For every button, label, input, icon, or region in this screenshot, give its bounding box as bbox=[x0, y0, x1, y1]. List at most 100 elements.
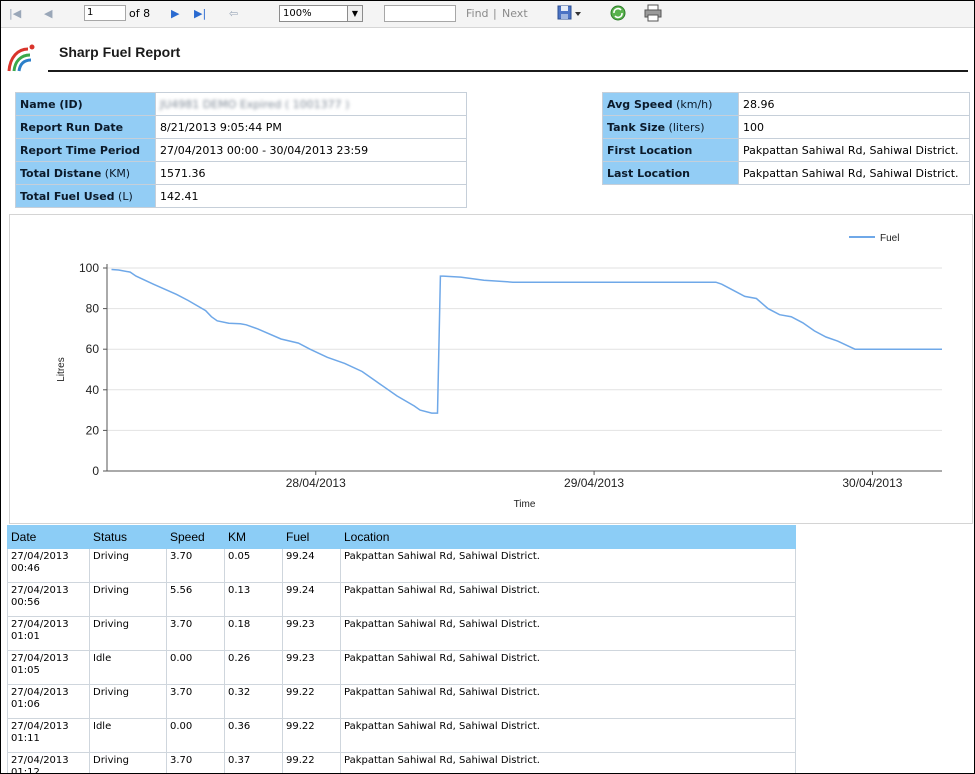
table-row: 27/04/2013 01:11 Idle 0.00 0.36 99.22 Pakpatt… bbox=[7, 718, 796, 753]
info-value: JU4981 DEMO Expired ( 1001377 ) bbox=[155, 92, 467, 116]
legend-label: Fuel bbox=[880, 233, 899, 244]
cell-location: Pakpattan Sahiwal Rd, Sahiwal District. bbox=[340, 718, 796, 753]
redacted-name-value: JU4981 DEMO Expired ( 1001377 ) bbox=[160, 97, 350, 111]
cell-km: 0.36 bbox=[224, 718, 283, 753]
cell-km: 0.18 bbox=[224, 616, 283, 651]
cell-speed: 3.70 bbox=[166, 548, 225, 583]
cell-date: 27/04/2013 01:12 bbox=[7, 752, 90, 773]
y-tick-label: 60 bbox=[86, 342, 100, 356]
column-header-location: Location bbox=[340, 525, 796, 549]
back-icon[interactable]: ⇦ bbox=[229, 6, 238, 22]
cell-km: 0.26 bbox=[224, 650, 283, 685]
cell-km: 0.37 bbox=[224, 752, 283, 773]
y-tick-label: 80 bbox=[86, 302, 100, 316]
info-row: First Location Pakpattan Sahiwal Rd, Sah… bbox=[602, 138, 970, 162]
info-value: 27/04/2013 00:00 - 30/04/2013 23:59 bbox=[155, 138, 467, 162]
report-title: Sharp Fuel Report bbox=[59, 44, 181, 60]
zoom-select[interactable]: 100% ▼ bbox=[279, 5, 363, 22]
find-input[interactable] bbox=[384, 5, 456, 22]
info-row: Name (ID) JU4981 DEMO Expired ( 1001377 … bbox=[15, 92, 467, 116]
info-row: Avg Speed (km/h) 28.96 bbox=[602, 92, 970, 116]
cell-location: Pakpattan Sahiwal Rd, Sahiwal District. bbox=[340, 752, 796, 773]
prev-page-icon[interactable]: ◀ bbox=[44, 6, 52, 22]
cell-status: Idle bbox=[89, 650, 167, 685]
y-axis-label: Litres bbox=[56, 357, 67, 381]
next-page-icon[interactable]: ▶ bbox=[171, 6, 179, 22]
cell-location: Pakpattan Sahiwal Rd, Sahiwal District. bbox=[340, 684, 796, 719]
last-page-icon[interactable]: ▶| bbox=[194, 6, 206, 22]
table-row: 27/04/2013 01:06 Driving 3.70 0.32 99.22 Pakp… bbox=[7, 684, 796, 719]
cell-speed: 0.00 bbox=[166, 650, 225, 685]
table-row: 27/04/2013 00:46 Driving 3.70 0.05 99.24 Pakp… bbox=[7, 548, 796, 583]
info-key: Total Distane (KM) bbox=[15, 161, 156, 185]
first-page-icon[interactable]: |◀ bbox=[9, 6, 21, 22]
cell-date: 27/04/2013 01:11 bbox=[7, 718, 90, 753]
column-header-km: KM bbox=[224, 525, 283, 549]
info-key: First Location bbox=[602, 138, 739, 162]
info-value: Pakpattan Sahiwal Rd, Sahiwal District. bbox=[738, 161, 970, 185]
cell-fuel: 99.23 bbox=[282, 650, 341, 685]
series-line-fuel bbox=[111, 268, 942, 414]
info-row: Tank Size (liters) 100 bbox=[602, 115, 970, 139]
print-icon[interactable] bbox=[644, 4, 662, 22]
info-value: 142.41 bbox=[155, 184, 467, 208]
cell-location: Pakpattan Sahiwal Rd, Sahiwal District. bbox=[340, 650, 796, 685]
cell-date: 27/04/2013 01:06 bbox=[7, 684, 90, 719]
table-row: 27/04/2013 00:56 Driving 5.56 0.13 99.24 Pakp… bbox=[7, 582, 796, 617]
cell-speed: 5.56 bbox=[166, 582, 225, 617]
x-tick-label: 28/04/2013 bbox=[286, 476, 346, 490]
info-key: Avg Speed (km/h) bbox=[602, 92, 739, 116]
info-value: 1571.36 bbox=[155, 161, 467, 185]
cell-km: 0.32 bbox=[224, 684, 283, 719]
cell-fuel: 99.22 bbox=[282, 752, 341, 773]
y-tick-label: 20 bbox=[86, 423, 100, 437]
info-table-right: Avg Speed (km/h) 28.96 Tank Size (liters… bbox=[602, 92, 970, 185]
title-divider bbox=[48, 70, 968, 72]
cell-speed: 3.70 bbox=[166, 752, 225, 773]
info-key: Report Time Period bbox=[15, 138, 156, 162]
zoom-value: 100% bbox=[283, 8, 312, 19]
cell-speed: 3.70 bbox=[166, 616, 225, 651]
table-row: 27/04/2013 01:05 Idle 0.00 0.26 99.23 Pakpatt… bbox=[7, 650, 796, 685]
info-value: 28.96 bbox=[738, 92, 970, 116]
cell-status: Driving bbox=[89, 548, 167, 583]
cell-status: Driving bbox=[89, 582, 167, 617]
chevron-down-icon[interactable]: ▼ bbox=[347, 6, 362, 21]
cell-status: Driving bbox=[89, 616, 167, 651]
cell-location: Pakpattan Sahiwal Rd, Sahiwal District. bbox=[340, 582, 796, 617]
cell-status: Idle bbox=[89, 718, 167, 753]
find-link[interactable]: Find bbox=[466, 6, 489, 22]
cell-status: Driving bbox=[89, 752, 167, 773]
info-row: Total Fuel Used (L) 142.41 bbox=[15, 184, 467, 208]
next-link[interactable]: Next bbox=[502, 6, 528, 22]
info-row: Last Location Pakpattan Sahiwal Rd, Sahi… bbox=[602, 161, 970, 185]
cell-fuel: 99.23 bbox=[282, 616, 341, 651]
cell-fuel: 99.24 bbox=[282, 548, 341, 583]
info-row: Report Time Period 27/04/2013 00:00 - 30… bbox=[15, 138, 467, 162]
x-axis-label: Time bbox=[514, 499, 536, 510]
cell-km: 0.05 bbox=[224, 548, 283, 583]
info-row: Report Run Date 8/21/2013 9:05:44 PM bbox=[15, 115, 467, 139]
info-value: 8/21/2013 9:05:44 PM bbox=[155, 115, 467, 139]
page-number-input[interactable]: 1 bbox=[84, 5, 126, 21]
find-separator: | bbox=[493, 7, 497, 20]
x-tick-label: 30/04/2013 bbox=[842, 476, 902, 490]
y-tick-label: 40 bbox=[86, 383, 100, 397]
cell-date: 27/04/2013 00:56 bbox=[7, 582, 90, 617]
refresh-icon[interactable] bbox=[609, 4, 627, 21]
export-icon[interactable] bbox=[557, 4, 583, 20]
page-count-label: of 8 bbox=[129, 7, 151, 20]
cell-fuel: 99.24 bbox=[282, 582, 341, 617]
y-tick-label: 0 bbox=[92, 464, 99, 478]
info-value: 100 bbox=[738, 115, 970, 139]
info-key: Tank Size (liters) bbox=[602, 115, 739, 139]
y-tick-label: 100 bbox=[79, 261, 99, 275]
column-header-status: Status bbox=[89, 525, 167, 549]
cell-location: Pakpattan Sahiwal Rd, Sahiwal District. bbox=[340, 548, 796, 583]
cell-speed: 3.70 bbox=[166, 684, 225, 719]
cell-km: 0.13 bbox=[224, 582, 283, 617]
fuel-chart-svg: 0 20 40 60 80 100 28/04/2013 29/04/2013 30/04/20… bbox=[56, 233, 942, 510]
info-value: Pakpattan Sahiwal Rd, Sahiwal District. bbox=[738, 138, 970, 162]
cell-status: Driving bbox=[89, 684, 167, 719]
report-viewer: |◀ ◀ 1 of 8 ▶ ▶| ⇦ 100% ▼ Find | Next Sh… bbox=[0, 0, 975, 774]
